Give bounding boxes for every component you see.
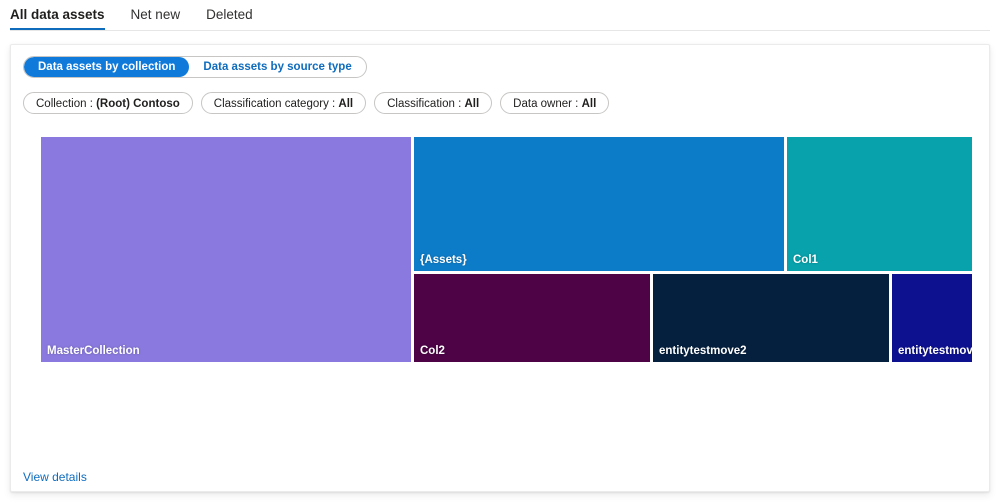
treemap-tile-label: {Assets} [420, 254, 467, 266]
treemap-tile-label: entitytestmov... [898, 345, 972, 357]
tab-deleted[interactable]: Deleted [193, 0, 266, 30]
filter-chip-classification-value: All [464, 98, 480, 110]
filter-chip-collection-label: Collection : [36, 98, 93, 110]
filter-chip-row: Collection : (Root) Contoso Classificati… [23, 92, 610, 114]
filter-chip-collection[interactable]: Collection : (Root) Contoso [23, 92, 193, 114]
toggle-option-by-collection-label: Data assets by collection [38, 61, 176, 73]
filter-chip-data-owner[interactable]: Data owner : All [500, 92, 610, 114]
treemap-tile-label: entitytestmove2 [659, 345, 747, 357]
data-assets-card: Data assets by collection Data assets by… [10, 44, 990, 492]
tab-net-new-label: Net new [130, 7, 181, 22]
filter-chip-classification-category[interactable]: Classification category : All [200, 92, 367, 114]
treemap-tile[interactable]: entitytestmov... [892, 274, 972, 362]
filter-chip-data-owner-label: Data owner : [513, 98, 579, 110]
filter-chip-classification[interactable]: Classification : All [374, 92, 493, 114]
treemap-tile-label: MasterCollection [47, 345, 140, 357]
tab-list: All data assets Net new Deleted [10, 0, 266, 30]
tab-deleted-label: Deleted [206, 7, 253, 22]
filter-chip-classification-category-value: All [338, 98, 354, 110]
data-assets-treemap: MasterCollection {Assets} Col1 Col2 entityte… [31, 137, 972, 362]
toggle-option-by-collection[interactable]: Data assets by collection [24, 57, 190, 77]
view-details-link[interactable]: View details [23, 470, 87, 484]
tab-strip-divider [10, 30, 990, 31]
treemap-tile-label: Col1 [793, 254, 818, 266]
filter-chip-classification-label: Classification : [387, 98, 462, 110]
treemap-tile[interactable]: entitytestmove2 [653, 274, 889, 362]
treemap-tile[interactable]: {Assets} [414, 137, 784, 271]
treemap-tile[interactable]: Col2 [414, 274, 650, 362]
treemap-tile[interactable]: MasterCollection [41, 137, 411, 362]
filter-chip-classification-category-label: Classification category : [213, 98, 336, 110]
tab-all-data-assets[interactable]: All data assets [10, 0, 118, 30]
chart-mode-toggle: Data assets by collection Data assets by… [23, 56, 367, 78]
treemap-tile-label: Col2 [420, 345, 445, 357]
tab-strip: All data assets Net new Deleted [0, 0, 1000, 31]
tab-net-new[interactable]: Net new [118, 0, 194, 30]
toggle-option-by-source-type-label: Data assets by source type [203, 61, 352, 73]
toggle-option-by-source-type[interactable]: Data assets by source type [189, 57, 365, 77]
tab-all-data-assets-label: All data assets [10, 7, 105, 22]
filter-chip-collection-value: (Root) Contoso [96, 98, 180, 110]
treemap-tile[interactable]: Col1 [787, 137, 972, 271]
filter-chip-data-owner-value: All [581, 98, 597, 110]
